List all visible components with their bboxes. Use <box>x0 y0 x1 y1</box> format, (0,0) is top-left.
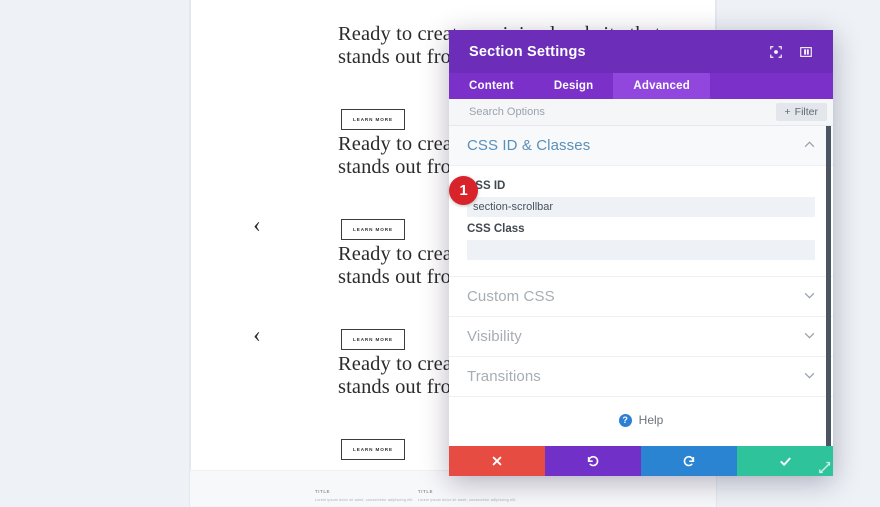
filter-button[interactable]: + Filter <box>775 103 827 121</box>
modal-title: Section Settings <box>469 43 586 60</box>
tab-content[interactable]: Content <box>449 73 534 99</box>
modal-scrollbar-thumb[interactable] <box>826 126 831 446</box>
search-options-input[interactable] <box>467 105 776 119</box>
section-custom-css-header[interactable]: Custom CSS <box>449 277 833 317</box>
tab-advanced[interactable]: Advanced <box>613 73 710 99</box>
undo-button[interactable] <box>545 446 641 476</box>
section-css-id-classes-header[interactable]: CSS ID & Classes <box>449 126 833 166</box>
footer-column-text: Lorem ipsum dolor sit amet, consectetur … <box>418 498 517 502</box>
section-settings-modal: Section Settings Content Design Advanced… <box>449 30 833 476</box>
modal-header: Section Settings <box>449 30 833 73</box>
prev-slide-arrow-icon[interactable]: ‹ <box>248 322 266 348</box>
tab-design[interactable]: Design <box>534 73 614 99</box>
footer-column-title: TITLE <box>418 489 434 494</box>
modal-tabs: Content Design Advanced <box>449 73 833 99</box>
section-title: Custom CSS <box>467 288 555 305</box>
chevron-down-icon <box>804 291 815 302</box>
plus-icon: + <box>784 106 791 118</box>
section-title: Visibility <box>467 328 522 345</box>
chevron-up-icon <box>804 140 815 151</box>
learn-more-button[interactable]: LEARN MORE <box>341 109 405 130</box>
help-link[interactable]: ? Help <box>449 397 833 443</box>
canvas-left-edge <box>190 0 191 507</box>
filter-button-label: Filter <box>794 106 818 118</box>
css-id-input[interactable] <box>467 197 815 217</box>
section-title: Transitions <box>467 368 541 385</box>
cancel-button[interactable] <box>449 446 545 476</box>
section-title: CSS ID & Classes <box>467 137 591 154</box>
section-transitions: Transitions <box>449 357 833 397</box>
chevron-down-icon <box>804 331 815 342</box>
focus-target-icon[interactable] <box>763 39 789 65</box>
redo-button[interactable] <box>641 446 737 476</box>
left-gutter <box>0 0 190 507</box>
css-class-label: CSS Class <box>467 223 525 235</box>
modal-footer <box>449 446 833 476</box>
modal-resize-handle[interactable] <box>816 459 833 476</box>
prev-slide-arrow-icon[interactable]: ‹ <box>248 212 266 238</box>
section-visibility-header[interactable]: Visibility <box>449 317 833 357</box>
learn-more-button[interactable]: LEARN MORE <box>341 329 405 350</box>
section-visibility: Visibility <box>449 317 833 357</box>
step-badge-1: 1 <box>449 176 478 205</box>
learn-more-button[interactable]: LEARN MORE <box>341 219 405 240</box>
section-css-id-classes: CSS ID & Classes CSS ID CSS Class <box>449 126 833 277</box>
chevron-down-icon <box>804 371 815 382</box>
layout-columns-icon[interactable] <box>793 39 819 65</box>
css-class-input[interactable] <box>467 240 815 260</box>
section-css-id-classes-body: CSS ID CSS Class <box>449 166 833 277</box>
help-question-icon: ? <box>618 413 632 427</box>
css-id-label: CSS ID <box>467 180 506 192</box>
learn-more-button[interactable]: LEARN MORE <box>341 439 405 460</box>
footer-column: TITLE Lorem ipsum dolor sit amet, consec… <box>418 489 568 503</box>
help-label: Help <box>638 413 664 427</box>
search-row: + Filter <box>449 99 833 126</box>
modal-body: CSS ID & Classes CSS ID CSS Class Custom… <box>449 126 833 446</box>
section-custom-css: Custom CSS <box>449 277 833 317</box>
section-transitions-header[interactable]: Transitions <box>449 357 833 397</box>
modal-scrollbar[interactable] <box>826 126 831 446</box>
